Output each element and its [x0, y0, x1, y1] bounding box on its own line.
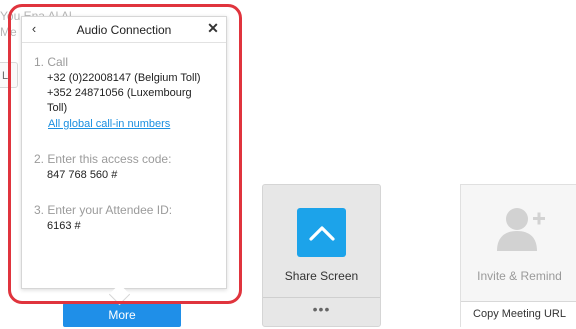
step-2-heading: 2. Enter this access code: [34, 152, 172, 166]
add-person-icon [495, 203, 547, 253]
background-control[interactable]: L [0, 62, 18, 88]
phone-number-belgium: +32 (0)22008147 (Belgium Toll) [47, 72, 201, 84]
phone-number-luxembourg-cont: Toll) [47, 102, 68, 114]
step-1-heading: 1. Call [34, 55, 69, 69]
step-3-heading: 3. Enter your Attendee ID: [34, 203, 173, 217]
attendee-id: 6163 # [47, 220, 81, 232]
divider [263, 297, 380, 298]
popup-title: Audio Connection [76, 23, 172, 37]
share-screen-tile[interactable]: Share Screen ••• [262, 184, 381, 327]
close-icon[interactable]: ✕ [206, 20, 220, 36]
invite-remind-tile[interactable]: Invite & Remind Copy Meeting URL [460, 184, 576, 327]
global-call-in-link[interactable]: All global call-in numbers [48, 118, 170, 130]
copy-meeting-url-button[interactable]: Copy Meeting URL [461, 301, 576, 327]
popup-header: ‹ Audio Connection ✕ [22, 17, 226, 43]
more-button[interactable]: More [63, 303, 181, 327]
invite-remind-label: Invite & Remind [477, 269, 562, 283]
share-screen-icon [297, 208, 346, 257]
share-screen-label: Share Screen [284, 269, 359, 283]
phone-number-luxembourg: +352 24871056 (Luxembourg [47, 87, 192, 99]
more-options-button[interactable]: ••• [263, 301, 380, 317]
access-code: 847 768 560 # [47, 169, 118, 181]
audio-connection-popup: ‹ Audio Connection ✕ 1. Call +32 (0)2200… [21, 16, 227, 289]
